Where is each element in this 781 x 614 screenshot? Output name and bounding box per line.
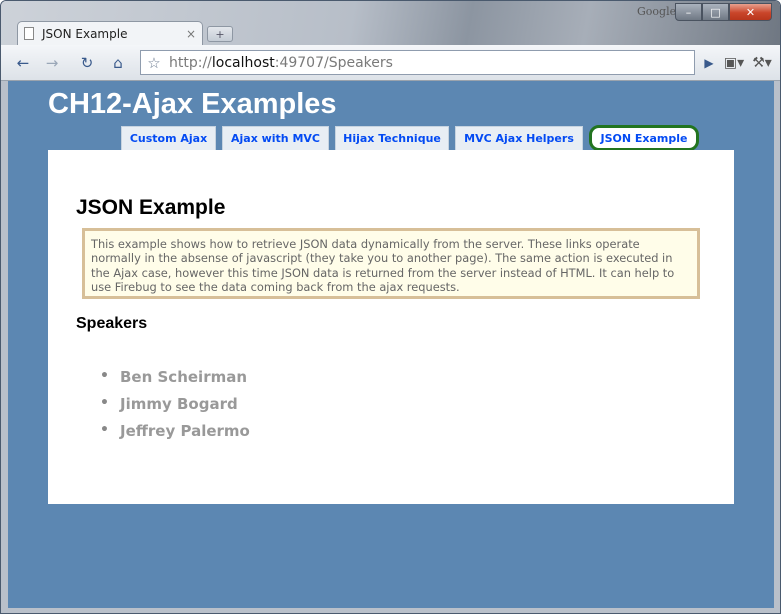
info-box: This example shows how to retrieve JSON … bbox=[82, 228, 700, 299]
main-menu: Custom Ajax Ajax with MVC Hijax Techniqu… bbox=[8, 125, 774, 152]
tab-close-icon[interactable]: × bbox=[186, 27, 196, 41]
speaker-link[interactable]: Ben Scheirman bbox=[100, 368, 250, 395]
go-icon[interactable]: ▶ bbox=[698, 52, 720, 74]
speaker-list: Ben Scheirman Jimmy Bogard Jeffrey Paler… bbox=[100, 368, 250, 449]
main-content: JSON Example This example shows how to r… bbox=[48, 150, 734, 504]
star-icon[interactable]: ☆ bbox=[141, 54, 167, 72]
url-text: http://localhost:49707/Speakers bbox=[169, 54, 393, 71]
browser-branding: Google bbox=[637, 5, 677, 18]
reload-icon[interactable]: ↻ bbox=[76, 52, 98, 74]
menu-item-json-example[interactable]: JSON Example bbox=[589, 125, 699, 151]
back-icon[interactable]: ← bbox=[12, 52, 34, 74]
title-bar: Google – □ ✕ JSON Example × + bbox=[1, 1, 780, 45]
speaker-link[interactable]: Jimmy Bogard bbox=[100, 395, 250, 422]
forward-icon[interactable]: → bbox=[41, 52, 63, 74]
minimize-button[interactable]: – bbox=[675, 3, 702, 21]
page-viewport: CH12-Ajax Examples Custom Ajax Ajax with… bbox=[8, 81, 774, 608]
speakers-heading: Speakers bbox=[76, 315, 148, 332]
menu-item-ajax-with-mvc[interactable]: Ajax with MVC bbox=[222, 126, 329, 150]
menu-item-mvc-ajax-helpers[interactable]: MVC Ajax Helpers bbox=[455, 126, 583, 150]
browser-window: Google – □ ✕ JSON Example × + ← → ↻ ⌂ ▶ … bbox=[0, 0, 781, 614]
new-tab-button[interactable]: + bbox=[207, 26, 233, 42]
window-controls: – □ ✕ bbox=[675, 3, 772, 21]
maximize-button[interactable]: □ bbox=[702, 3, 729, 21]
menu-item-hijax-technique[interactable]: Hijax Technique bbox=[335, 126, 449, 150]
wrench-icon[interactable]: ⚒▾ bbox=[751, 52, 773, 74]
menu-item-custom-ajax[interactable]: Custom Ajax bbox=[121, 126, 216, 150]
home-icon[interactable]: ⌂ bbox=[107, 52, 129, 74]
browser-tab[interactable]: JSON Example × bbox=[17, 21, 203, 45]
address-bar[interactable]: ☆ http://localhost:49707/Speakers bbox=[140, 50, 695, 75]
tab-title: JSON Example bbox=[42, 26, 128, 41]
site-title: CH12-Ajax Examples bbox=[48, 88, 337, 120]
speaker-link[interactable]: Jeffrey Palermo bbox=[100, 422, 250, 449]
page-menu-icon[interactable]: ▣▾ bbox=[723, 52, 745, 74]
page-icon bbox=[24, 27, 34, 40]
close-window-button[interactable]: ✕ bbox=[729, 3, 772, 21]
page-title: JSON Example bbox=[76, 196, 226, 219]
